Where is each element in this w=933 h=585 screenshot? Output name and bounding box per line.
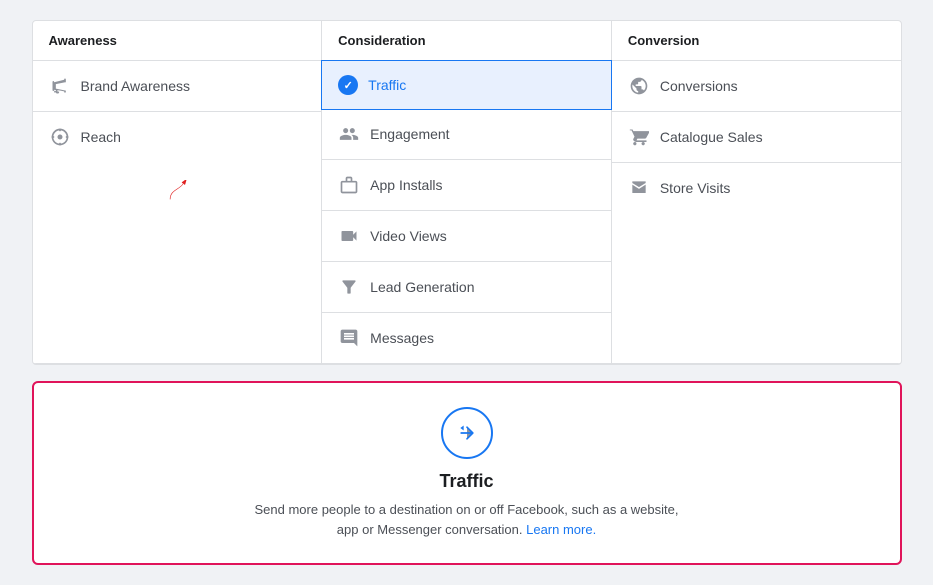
megaphone-icon (49, 75, 71, 97)
engagement-label: Engagement (370, 126, 449, 142)
consideration-header: Consideration (322, 21, 611, 61)
engagement-icon (338, 123, 360, 145)
brand-awareness-item[interactable]: Brand Awareness (33, 61, 322, 112)
messages-item[interactable]: Messages (322, 313, 611, 363)
description-text: Send more people to a destination on or … (255, 500, 679, 539)
outer-container: Awareness Brand Awareness Reach Consider… (0, 0, 933, 585)
messages-icon (338, 327, 360, 349)
reach-label: Reach (81, 129, 121, 145)
reach-item[interactable]: Reach (33, 112, 322, 162)
catalogue-sales-item[interactable]: Catalogue Sales (612, 112, 901, 163)
video-icon (338, 225, 360, 247)
cart-icon (628, 126, 650, 148)
awareness-column: Awareness Brand Awareness Reach (33, 21, 323, 363)
awareness-header: Awareness (33, 21, 322, 61)
traffic-item[interactable]: Traffic (321, 60, 612, 110)
conversions-item[interactable]: Conversions (612, 61, 901, 112)
video-views-item[interactable]: Video Views (322, 211, 611, 262)
conversion-header: Conversion (612, 21, 901, 61)
check-icon (338, 75, 358, 95)
learn-more-link[interactable]: Learn more. (526, 522, 596, 537)
app-installs-label: App Installs (370, 177, 442, 193)
conversion-column: Conversion Conversions Catalogue Sales (612, 21, 901, 363)
description-box: Traffic Send more people to a destinatio… (32, 381, 902, 565)
description-title: Traffic (439, 471, 493, 492)
store-visits-item[interactable]: Store Visits (612, 163, 901, 213)
brand-awareness-label: Brand Awareness (81, 78, 190, 94)
store-icon (628, 177, 650, 199)
lead-generation-icon (338, 276, 360, 298)
reach-icon (49, 126, 71, 148)
campaign-objective-card: Awareness Brand Awareness Reach Consider… (32, 20, 902, 365)
columns-container: Awareness Brand Awareness Reach Consider… (33, 21, 901, 364)
video-views-label: Video Views (370, 228, 447, 244)
lead-generation-label: Lead Generation (370, 279, 474, 295)
catalogue-sales-label: Catalogue Sales (660, 129, 763, 145)
store-visits-label: Store Visits (660, 180, 731, 196)
lead-generation-item[interactable]: Lead Generation (322, 262, 611, 313)
conversions-label: Conversions (660, 78, 738, 94)
engagement-item[interactable]: Engagement (322, 109, 611, 160)
globe-icon (628, 75, 650, 97)
app-installs-item[interactable]: App Installs (322, 160, 611, 211)
traffic-label: Traffic (368, 77, 406, 93)
traffic-circle-icon (441, 407, 493, 459)
messages-label: Messages (370, 330, 434, 346)
consideration-column: Consideration Traffic Engagement Ap (322, 21, 612, 363)
app-installs-icon (338, 174, 360, 196)
